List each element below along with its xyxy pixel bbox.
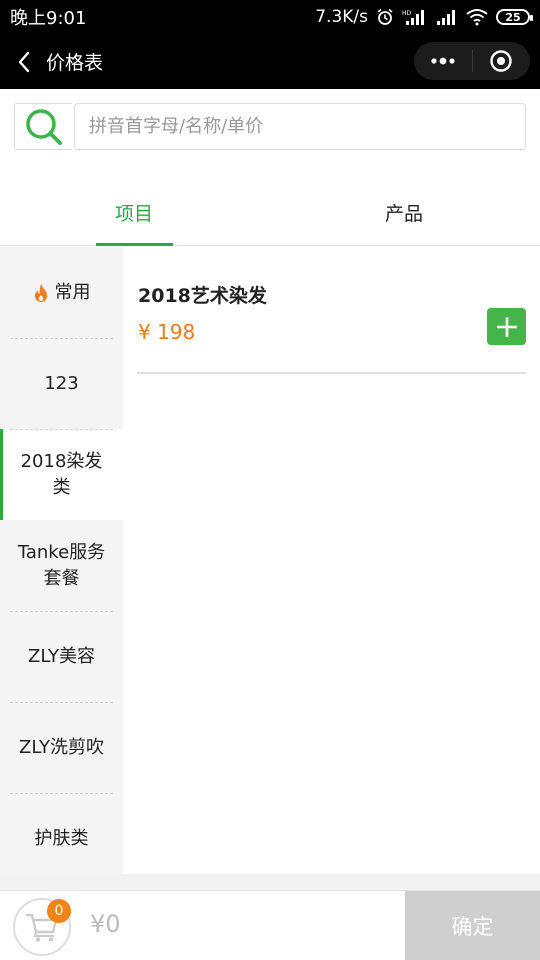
sidebar-item-label: 123: [44, 372, 79, 394]
content-area: 常用 123 2018染发类 Tanke服务套餐 ZLY美容 ZLY洗剪吹 护肤…: [0, 247, 540, 874]
sidebar-item-zly-wash-cut[interactable]: ZLY洗剪吹: [0, 702, 123, 793]
fire-icon: [33, 283, 49, 303]
svg-text:HD: HD: [402, 10, 412, 17]
product-list: 2018艺术染发 ¥ 198: [123, 247, 540, 874]
status-indicators: 7.3K/s HD 25: [315, 7, 533, 27]
bottom-bar: 0 ¥0 确定: [0, 890, 540, 960]
sidebar-item-label: 常用: [54, 281, 91, 303]
sidebar-item-label: ZLY美容: [28, 645, 95, 667]
product-name: 2018艺术染发: [138, 285, 267, 307]
target-circle-icon: [490, 50, 512, 72]
sidebar-item-label: Tanke服务套餐: [17, 541, 106, 589]
miniprogram-capsule: [414, 42, 530, 80]
sidebar-item-2018-hair-dye[interactable]: 2018染发类: [0, 429, 123, 520]
page-title: 价格表: [46, 52, 104, 74]
divider-strip: [0, 874, 540, 890]
product-price: ¥ 198: [138, 320, 196, 344]
alarm-icon: [376, 8, 394, 26]
list-item: 2018艺术染发 ¥ 198: [137, 247, 526, 374]
more-dots-icon: [431, 57, 455, 65]
cart-count-badge: 0: [47, 899, 71, 923]
sidebar-item-label: 护肤类: [34, 827, 89, 849]
plus-icon: [496, 316, 517, 337]
sidebar-item-zly-beauty[interactable]: ZLY美容: [0, 611, 123, 702]
signal-hd-icon: HD: [402, 8, 428, 26]
sidebar-item-common[interactable]: 常用: [0, 247, 123, 338]
sidebar-item-label: 2018染发类: [20, 450, 103, 498]
battery-indicator: 25: [496, 9, 533, 25]
add-to-cart-button[interactable]: [487, 308, 526, 345]
sidebar-item-label: ZLY洗剪吹: [19, 736, 104, 758]
search-button[interactable]: [14, 103, 72, 150]
chevron-left-icon: [18, 51, 30, 72]
tab-items[interactable]: 项目: [0, 179, 270, 246]
cart-total: ¥0: [90, 910, 121, 938]
tab-products[interactable]: 产品: [270, 179, 540, 245]
navigation-bar: 价格表: [0, 34, 540, 89]
search-icon: [25, 108, 62, 145]
status-time: 晚上9:01: [10, 8, 87, 29]
more-button[interactable]: [414, 42, 472, 80]
sidebar-item-123[interactable]: 123: [0, 338, 123, 429]
confirm-button[interactable]: 确定: [405, 891, 540, 960]
close-miniprogram-button[interactable]: [473, 42, 531, 80]
wifi-icon: [466, 8, 488, 26]
search-area: [0, 89, 540, 179]
category-sidebar: 常用 123 2018染发类 Tanke服务套餐 ZLY美容 ZLY洗剪吹 护肤…: [0, 247, 123, 874]
network-speed: 7.3K/s: [315, 7, 368, 27]
search-input[interactable]: [74, 103, 526, 150]
sidebar-item-skincare[interactable]: 护肤类: [0, 793, 123, 874]
back-button[interactable]: [2, 34, 46, 89]
status-bar: 晚上9:01 7.3K/s HD 25: [0, 0, 540, 34]
sidebar-item-tanke-package[interactable]: Tanke服务套餐: [0, 520, 123, 611]
category-tabs: 项目 产品: [0, 179, 540, 246]
signal-icon: [436, 8, 458, 26]
